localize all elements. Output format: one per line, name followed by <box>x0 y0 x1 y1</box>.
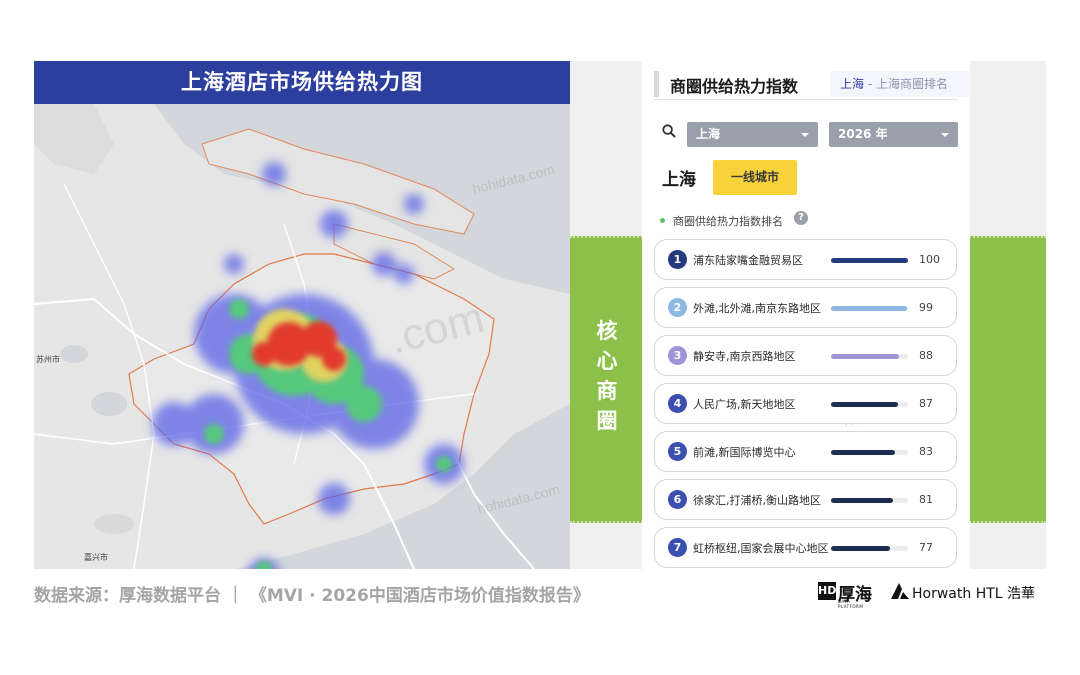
rank-score: 77 <box>919 541 933 554</box>
hohai-logo: HD 厚海 DATA PLATFORM <box>818 580 876 609</box>
search-icon[interactable] <box>662 124 676 138</box>
rank-district-name: 虹桥枢纽,国家会展中心地区 <box>693 542 829 555</box>
breadcrumb-city[interactable]: 上海 <box>840 77 864 91</box>
city-tier-badge: 一线城市 <box>713 160 797 195</box>
header-accent-bar <box>654 71 659 97</box>
city-name: 上海 <box>662 170 696 190</box>
rank-number-badge: 6 <box>668 490 687 509</box>
rank-score: 83 <box>919 445 933 458</box>
heat-map-panel: 上海酒店市场供给热力图 .com hohidata.com hohidata.c… <box>34 61 570 569</box>
rank-item-5[interactable]: 5 前滩,新国际博览中心 83 <box>654 431 957 472</box>
card-title: 商圈供给热力指数 <box>670 77 799 96</box>
rank-number-badge: 4 <box>668 394 687 413</box>
year-select[interactable]: 2026 年 <box>829 122 958 147</box>
card-header: 商圈供给热力指数 上海 - 上海商圈排名 <box>654 71 970 97</box>
bullet-dot-icon <box>660 218 665 223</box>
rank-item-1[interactable]: 1 浦东陆家嘴金融贸易区 100 <box>654 239 957 280</box>
score-bar-fill <box>831 306 908 311</box>
rank-number-badge: 7 <box>668 538 687 557</box>
horwath-logo-text: Horwath HTL 浩華 <box>912 586 1036 602</box>
footer-source: 数据来源：厚海数据平台 ｜ 《MVI · 2026中国酒店市场价值指数报告》 <box>34 586 590 606</box>
score-bar-fill <box>831 354 899 359</box>
shanghai-map: .com hohidata.com hohidata.com <box>34 104 570 569</box>
rank-number-badge: 5 <box>668 442 687 461</box>
horwath-triangle-icon <box>891 583 909 599</box>
score-bar-track <box>831 258 908 263</box>
rank-score: 88 <box>919 349 933 362</box>
city-select[interactable]: 上海 <box>687 122 818 147</box>
help-icon[interactable]: ? <box>794 211 808 225</box>
rank-score: 99 <box>919 301 933 314</box>
chevron-down-icon <box>801 133 809 137</box>
hohai-logo-sub: DATA PLATFORM <box>838 599 864 609</box>
score-bar-fill <box>831 450 895 455</box>
score-bar-fill <box>831 546 891 551</box>
map-label-jiaxing: 嘉兴市 <box>84 553 108 562</box>
ranking-title-row: 商圈供给热力指数排名 ? <box>660 211 960 229</box>
horwath-logo: Horwath HTL 浩華 <box>890 580 1050 604</box>
year-select-value: 2026 年 <box>838 127 888 141</box>
score-bar-track <box>831 402 908 407</box>
score-bar-fill <box>831 402 898 407</box>
rank-number-badge: 3 <box>668 346 687 365</box>
score-bar-track <box>831 354 908 359</box>
score-bar-track <box>831 450 908 455</box>
score-bar-track <box>831 498 908 503</box>
hohai-logo-mark: HD <box>818 582 836 600</box>
rank-district-name: 外滩,北外滩,南京东路地区 <box>693 302 821 315</box>
ranking-panel: 核心商圈 商圈供给热力指数 上海 - 上海商圈排名 上海 2026 年 上海 一… <box>570 61 1046 569</box>
header-divider <box>654 99 958 100</box>
breadcrumb-current: 上海商圈排名 <box>876 77 949 91</box>
rank-district-name: 人民广场,新天地地区 <box>693 398 796 411</box>
chevron-down-icon <box>941 133 949 137</box>
map-title: 上海酒店市场供给热力图 <box>34 61 570 104</box>
rank-item-2[interactable]: 2 外滩,北外滩,南京东路地区 99 <box>654 287 957 328</box>
rank-score: 81 <box>919 493 933 506</box>
rank-district-name: 静安寺,南京西路地区 <box>693 350 796 363</box>
map-canvas[interactable]: .com hohidata.com hohidata.com 苏州市 嘉兴市 <box>34 104 570 569</box>
rank-number-badge: 2 <box>668 298 687 317</box>
rank-score: 100 <box>919 253 940 266</box>
city-select-value: 上海 <box>696 127 721 141</box>
score-bar-fill <box>831 498 894 503</box>
core-district-label: 核心商圈 <box>596 319 618 433</box>
rank-item-3[interactable]: 3 静安寺,南京西路地区 88 <box>654 335 957 376</box>
rank-district-name: 浦东陆家嘴金融贸易区 <box>693 254 803 267</box>
rank-score: 87 <box>919 397 933 410</box>
rank-item-7[interactable]: 7 虹桥枢纽,国家会展中心地区 77 <box>654 527 957 568</box>
score-bar-track <box>831 546 908 551</box>
rank-item-4[interactable]: 4 人民广场,新天地地区 87 <box>654 383 957 424</box>
rank-district-name: 前滩,新国际博览中心 <box>693 446 796 459</box>
rank-district-name: 徐家汇,打浦桥,衡山路地区 <box>693 494 821 507</box>
rank-number-badge: 1 <box>668 250 687 269</box>
score-bar-fill <box>831 258 908 263</box>
breadcrumb-separator: - <box>867 77 873 91</box>
ranking-title: 商圈供给热力指数排名 <box>673 215 783 228</box>
breadcrumb: 上海 - 上海商圈排名 <box>830 71 970 97</box>
map-label-suzhou: 苏州市 <box>36 355 60 364</box>
rank-item-6[interactable]: 6 徐家汇,打浦桥,衡山路地区 81 <box>654 479 957 520</box>
score-bar-track <box>831 306 908 311</box>
